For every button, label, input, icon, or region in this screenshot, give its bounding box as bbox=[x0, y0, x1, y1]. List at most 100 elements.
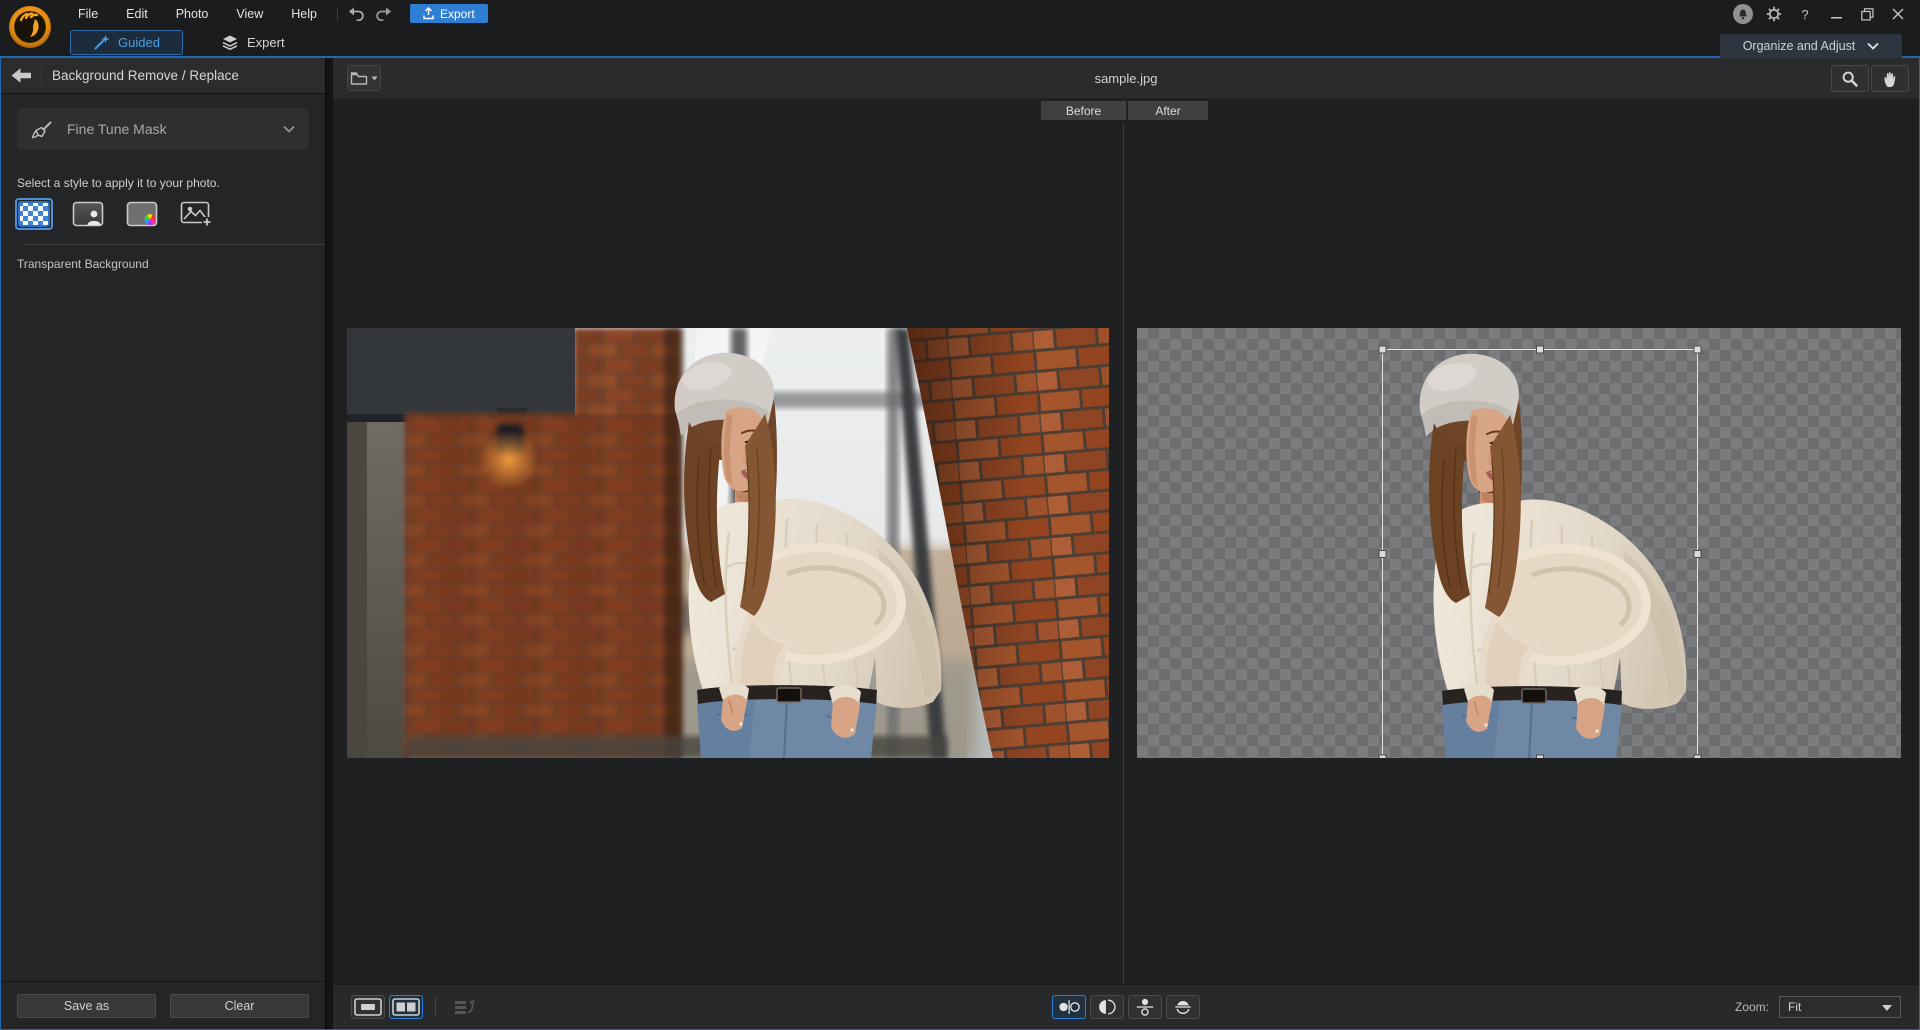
close-icon bbox=[1892, 8, 1904, 20]
viewer-toolbar: Zoom: Fit bbox=[333, 984, 1919, 1029]
person-cutout-icon bbox=[72, 201, 104, 227]
undo-icon bbox=[348, 7, 366, 21]
selection-handle[interactable] bbox=[1694, 755, 1701, 758]
before-photo[interactable] bbox=[347, 328, 1109, 758]
top-bottom-icon bbox=[1130, 997, 1160, 1017]
sidebar-divider bbox=[25, 244, 325, 245]
selection-handle[interactable] bbox=[1537, 346, 1544, 353]
menu-edit[interactable]: Edit bbox=[112, 7, 162, 21]
back-arrow-icon[interactable] bbox=[11, 67, 31, 84]
current-filename: sample.jpg bbox=[333, 58, 1919, 98]
selection-handle[interactable] bbox=[1379, 551, 1386, 558]
dropdown-triangle-icon bbox=[1882, 1005, 1892, 1011]
after-tab[interactable]: After bbox=[1128, 101, 1208, 120]
open-folder-button[interactable] bbox=[347, 65, 381, 91]
before-tab[interactable]: Before bbox=[1041, 101, 1126, 120]
selection-handle[interactable] bbox=[1379, 755, 1386, 758]
split-view-button[interactable] bbox=[389, 995, 423, 1019]
menu-separator bbox=[337, 7, 338, 21]
zoom-label: Zoom: bbox=[1735, 1000, 1769, 1014]
side-by-side-compare-button[interactable] bbox=[1052, 995, 1086, 1019]
undo-button[interactable] bbox=[344, 4, 370, 24]
chevron-down-icon bbox=[1867, 42, 1879, 50]
zoom-level-dropdown[interactable]: Fit bbox=[1779, 996, 1901, 1018]
selection-handle[interactable] bbox=[1694, 346, 1701, 353]
sidebar-header-separator bbox=[41, 66, 42, 86]
batch-apply-icon bbox=[454, 998, 476, 1017]
tab-expert[interactable]: Expert bbox=[213, 30, 293, 55]
panel-title: Background Remove / Replace bbox=[52, 68, 239, 83]
side-by-side-icon bbox=[1054, 997, 1084, 1017]
settings-button[interactable] bbox=[1762, 3, 1786, 25]
pane-divider bbox=[1123, 123, 1124, 984]
zoom-control-group: Zoom: Fit bbox=[1735, 996, 1901, 1018]
save-as-button[interactable]: Save as bbox=[17, 994, 156, 1018]
menu-help[interactable]: Help bbox=[277, 7, 331, 21]
notifications-button[interactable] bbox=[1731, 3, 1755, 25]
style-image-background[interactable] bbox=[179, 200, 213, 228]
sidebar-footer: Save as Clear bbox=[1, 981, 325, 1029]
menu-bar: File Edit Photo View Help Export bbox=[64, 0, 488, 27]
apply-adjustments-button-disabled bbox=[448, 995, 482, 1019]
toolbar-separator bbox=[435, 998, 436, 1016]
selection-handle[interactable] bbox=[1537, 755, 1544, 758]
tab-expert-label: Expert bbox=[247, 35, 285, 50]
color-background-icon bbox=[126, 201, 158, 227]
magic-wand-icon bbox=[93, 34, 110, 51]
brush-icon bbox=[31, 119, 53, 140]
workspace-dropdown[interactable]: Organize and Adjust bbox=[1720, 34, 1902, 58]
content-area: Background Remove / Replace Fine Tune Ma… bbox=[0, 58, 1920, 1030]
sidebar-header: Background Remove / Replace bbox=[1, 58, 325, 94]
help-button[interactable]: ? bbox=[1793, 3, 1817, 25]
clear-button[interactable]: Clear bbox=[170, 994, 309, 1018]
gear-icon bbox=[1766, 6, 1782, 22]
split-left-right-compare-button[interactable] bbox=[1090, 995, 1124, 1019]
folder-icon bbox=[350, 71, 368, 86]
restore-icon bbox=[1861, 8, 1874, 21]
compare-canvas[interactable]: Before After bbox=[333, 98, 1919, 984]
add-image-icon bbox=[180, 201, 212, 227]
chevron-down-icon bbox=[283, 125, 295, 133]
zoom-tool-button[interactable] bbox=[1831, 65, 1869, 92]
split-circle-vertical-icon bbox=[1092, 997, 1122, 1017]
single-view-button[interactable] bbox=[351, 995, 385, 1019]
selected-style-label: Transparent Background bbox=[17, 257, 309, 271]
menu-photo[interactable]: Photo bbox=[162, 7, 223, 21]
dropdown-arrow-icon bbox=[371, 76, 378, 81]
style-options bbox=[17, 200, 309, 228]
restore-button[interactable] bbox=[1855, 3, 1879, 25]
menu-view[interactable]: View bbox=[222, 7, 277, 21]
split-top-bottom-compare-button[interactable] bbox=[1166, 995, 1200, 1019]
close-button[interactable] bbox=[1886, 3, 1910, 25]
fine-tune-mask-label: Fine Tune Mask bbox=[67, 121, 167, 137]
style-transparent-background[interactable] bbox=[17, 200, 51, 228]
export-label: Export bbox=[440, 7, 475, 21]
mode-tab-row: Guided Expert Organize and Adjust bbox=[0, 28, 1920, 56]
selection-handle[interactable] bbox=[1694, 551, 1701, 558]
selection-handle[interactable] bbox=[1379, 346, 1386, 353]
viewer-header: sample.jpg bbox=[333, 58, 1919, 98]
menu-file[interactable]: File bbox=[64, 7, 112, 21]
redo-button[interactable] bbox=[370, 4, 396, 24]
style-hint-text: Select a style to apply it to your photo… bbox=[17, 176, 309, 190]
workspace-dropdown-label: Organize and Adjust bbox=[1743, 39, 1856, 53]
top-bottom-compare-button[interactable] bbox=[1128, 995, 1162, 1019]
split-circle-horizontal-icon bbox=[1168, 997, 1198, 1017]
zoom-level-value: Fit bbox=[1788, 1000, 1801, 1014]
compare-mode-group bbox=[1052, 995, 1200, 1019]
style-solid-color-background[interactable] bbox=[125, 200, 159, 228]
tab-guided[interactable]: Guided bbox=[70, 30, 183, 55]
pan-tool-button[interactable] bbox=[1871, 65, 1909, 92]
magnifier-icon bbox=[1841, 70, 1859, 88]
window-controls: ? bbox=[1731, 2, 1910, 26]
single-view-icon bbox=[354, 998, 382, 1016]
viewer-nav-tools bbox=[1831, 65, 1909, 92]
export-button[interactable]: Export bbox=[410, 4, 488, 23]
minimize-button[interactable] bbox=[1824, 3, 1848, 25]
after-photo[interactable] bbox=[1137, 328, 1901, 758]
fine-tune-mask-button[interactable]: Fine Tune Mask bbox=[17, 108, 309, 150]
style-person-background[interactable] bbox=[71, 200, 105, 228]
hand-icon bbox=[1882, 70, 1898, 88]
redo-icon bbox=[374, 7, 392, 21]
view-mode-group bbox=[351, 995, 482, 1019]
